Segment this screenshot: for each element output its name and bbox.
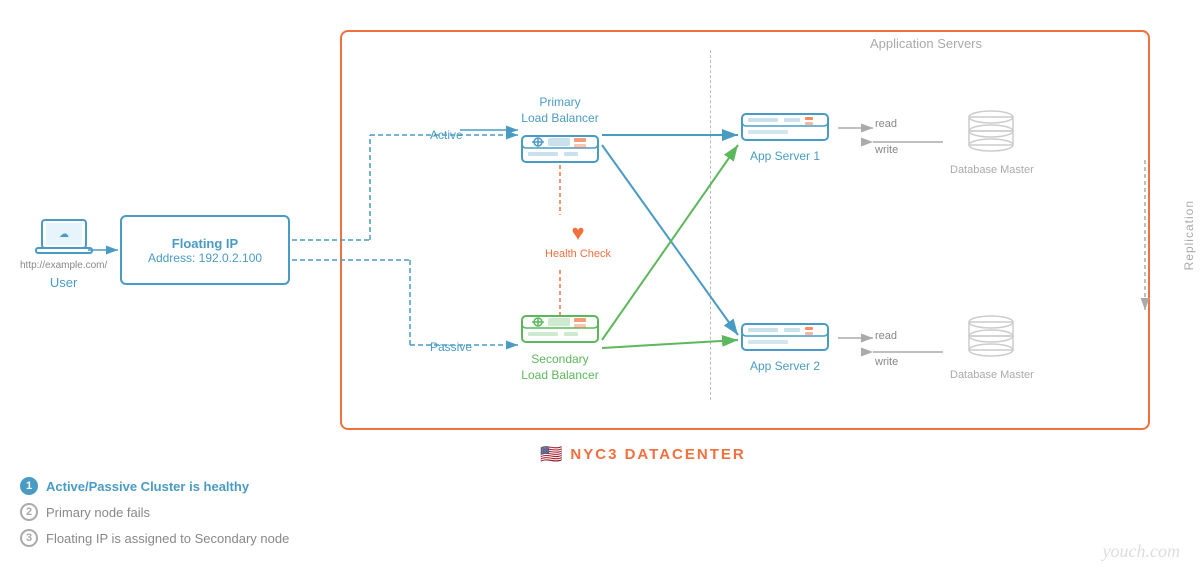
legend-number-3: 3 [20, 529, 38, 547]
legend-item-2: 2 Primary node fails [20, 503, 289, 521]
active-label: Active [430, 128, 463, 142]
secondary-lb-device [520, 310, 600, 348]
db-master-2: Database Master [950, 310, 1034, 381]
replication-label: Replication [1178, 175, 1200, 295]
legend: 1 Active/Passive Cluster is healthy 2 Pr… [20, 477, 289, 547]
app-server-2: App Server 2 [740, 320, 830, 373]
floating-ip-box: Floating IP Address: 192.0.2.100 [120, 215, 290, 285]
primary-lb-device [520, 130, 600, 168]
legend-number-1: 1 [20, 477, 38, 495]
main-container: Application Servers Replication ☁ http:/… [0, 0, 1200, 577]
vertical-divider [710, 50, 711, 400]
db-master-2-icon [959, 310, 1024, 365]
read-write-1: read write [875, 118, 898, 156]
user-section: ☁ http://example.com/ User [20, 215, 107, 290]
health-check: ♥ Health Check [545, 220, 611, 260]
passive-label: Passive [430, 340, 472, 354]
primary-lb-label: Primary Load Balancer [521, 95, 598, 126]
app-server-1: App Server 1 [740, 110, 830, 163]
heart-icon: ♥ [571, 220, 584, 246]
nyc3-text: NYC3 DATACENTER [570, 446, 745, 463]
legend-item-3: 3 Floating IP is assigned to Secondary n… [20, 529, 289, 547]
db-master-1-icon [959, 105, 1024, 160]
primary-lb: Primary Load Balancer [520, 95, 600, 168]
legend-number-2: 2 [20, 503, 38, 521]
secondary-lb-label: Secondary Load Balancer [521, 352, 598, 383]
app-server-2-device [740, 320, 830, 355]
app-server-1-device [740, 110, 830, 145]
laptop-icon: ☁ [34, 215, 94, 260]
flag-icon: 🇺🇸 [540, 444, 562, 465]
watermark: youch.com [1103, 541, 1180, 562]
nyc3-label: 🇺🇸 NYC3 DATACENTER [540, 444, 746, 465]
svg-text:☁: ☁ [59, 229, 69, 240]
legend-item-1: 1 Active/Passive Cluster is healthy [20, 477, 289, 495]
read-write-2: read write [875, 330, 898, 368]
db-master-1: Database Master [950, 105, 1034, 176]
app-servers-label: Application Servers [870, 36, 982, 51]
secondary-lb: Secondary Load Balancer [520, 310, 600, 383]
